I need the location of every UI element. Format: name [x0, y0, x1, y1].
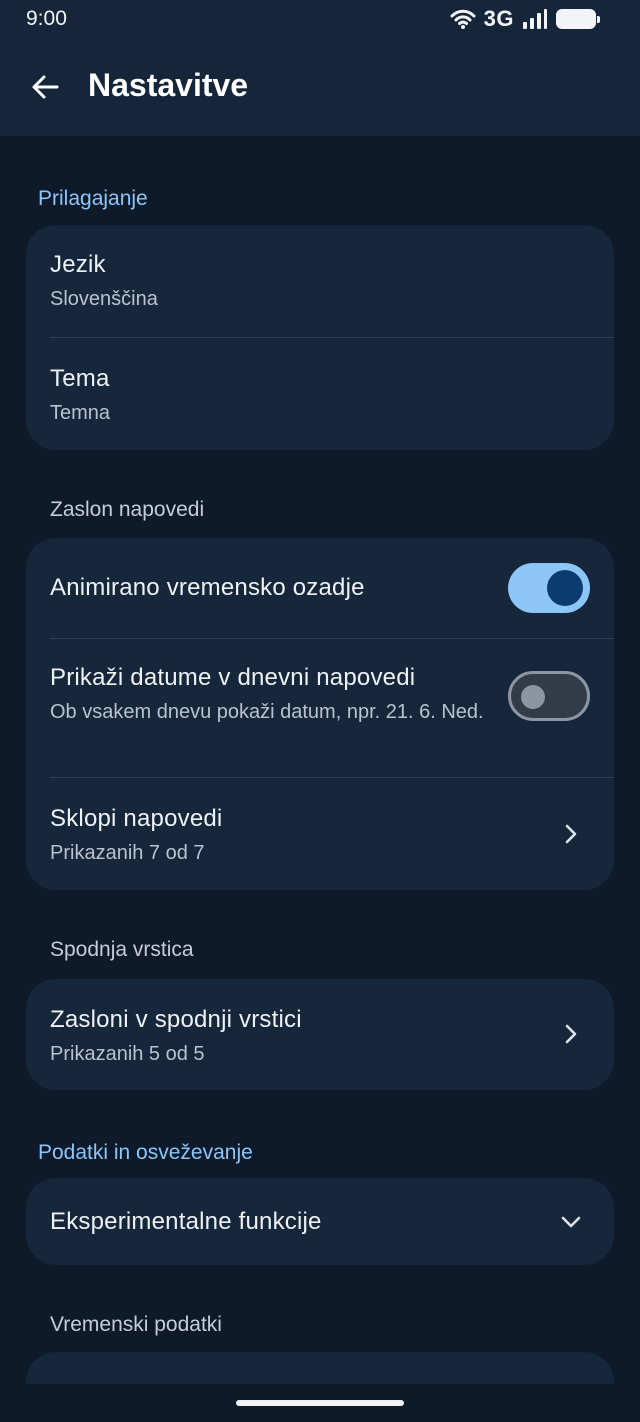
animated-background-toggle[interactable] [508, 563, 590, 613]
battery-icon [556, 9, 600, 29]
setting-show-dates[interactable]: Prikaži datume v dnevni napovedi Ob vsak… [26, 638, 614, 777]
chevron-down-icon [561, 1216, 581, 1228]
network-type: 3G [483, 6, 514, 31]
setting-title: Zasloni v spodnji vrstici [50, 1006, 302, 1033]
status-icons: 3G [450, 6, 600, 32]
section-label-data-refresh: Podatki in osveževanje [38, 1141, 253, 1164]
setting-subtitle: Prikazanih 5 od 5 [50, 1043, 205, 1065]
setting-forecast-sections[interactable]: Sklopi napovedi Prikazanih 7 od 7 [26, 777, 614, 890]
setting-experimental-features[interactable]: Eksperimentalne funkcije [26, 1178, 614, 1265]
setting-title: Eksperimentalne funkcije [50, 1208, 322, 1235]
show-dates-toggle[interactable] [508, 671, 590, 721]
setting-subtitle: Prikazanih 7 od 7 [50, 842, 205, 864]
chevron-right-icon [565, 824, 577, 844]
toggle-knob [521, 685, 545, 709]
settings-screen: 9:00 3G Nastavitve Prilagajanje Jezik Sl… [0, 0, 640, 1422]
forecast-screen-card: Animirano vremensko ozadje Prikaži datum… [26, 538, 614, 890]
wifi-icon [450, 9, 476, 29]
setting-title: Prikaži datume v dnevni napovedi [50, 664, 416, 691]
setting-title: Sklopi napovedi [50, 805, 223, 832]
setting-bottom-bar-screens[interactable]: Zasloni v spodnji vrstici Prikazanih 5 o… [26, 979, 614, 1090]
setting-subtitle: Slovenščina [50, 288, 158, 310]
bottom-bar-card: Zasloni v spodnji vrstici Prikazanih 5 o… [26, 979, 614, 1090]
status-time: 9:00 [26, 7, 67, 30]
section-label-weather-data: Vremenski podatki [50, 1313, 222, 1336]
setting-animated-background[interactable]: Animirano vremensko ozadje [26, 538, 614, 638]
personalization-card: Jezik Slovenščina Tema Temna [26, 225, 614, 450]
arrow-left-icon [32, 75, 59, 99]
cellular-signal-icon [523, 9, 547, 29]
setting-title: Jezik [50, 251, 106, 278]
section-label-personalization: Prilagajanje [38, 187, 148, 210]
chevron-right-icon [565, 1024, 577, 1044]
setting-theme[interactable]: Tema Temna [26, 337, 614, 450]
home-indicator[interactable] [236, 1400, 404, 1406]
setting-subtitle: Temna [50, 402, 111, 424]
setting-title: Animirano vremensko ozadje [50, 574, 365, 601]
toggle-knob [547, 570, 583, 606]
section-label-bottom-bar: Spodnja vrstica [50, 938, 194, 961]
page-title: Nastavitve [88, 67, 249, 103]
top-app-bar: 9:00 3G Nastavitve [0, 0, 640, 136]
setting-subtitle: Ob vsakem dnevu pokaži datum, npr. 21. 6… [50, 701, 484, 723]
back-button[interactable] [22, 64, 68, 110]
setting-language[interactable]: Jezik Slovenščina [26, 225, 614, 337]
section-label-forecast-screen: Zaslon napovedi [50, 498, 205, 521]
data-refresh-card: Eksperimentalne funkcije [26, 1178, 614, 1265]
setting-title: Tema [50, 365, 110, 392]
